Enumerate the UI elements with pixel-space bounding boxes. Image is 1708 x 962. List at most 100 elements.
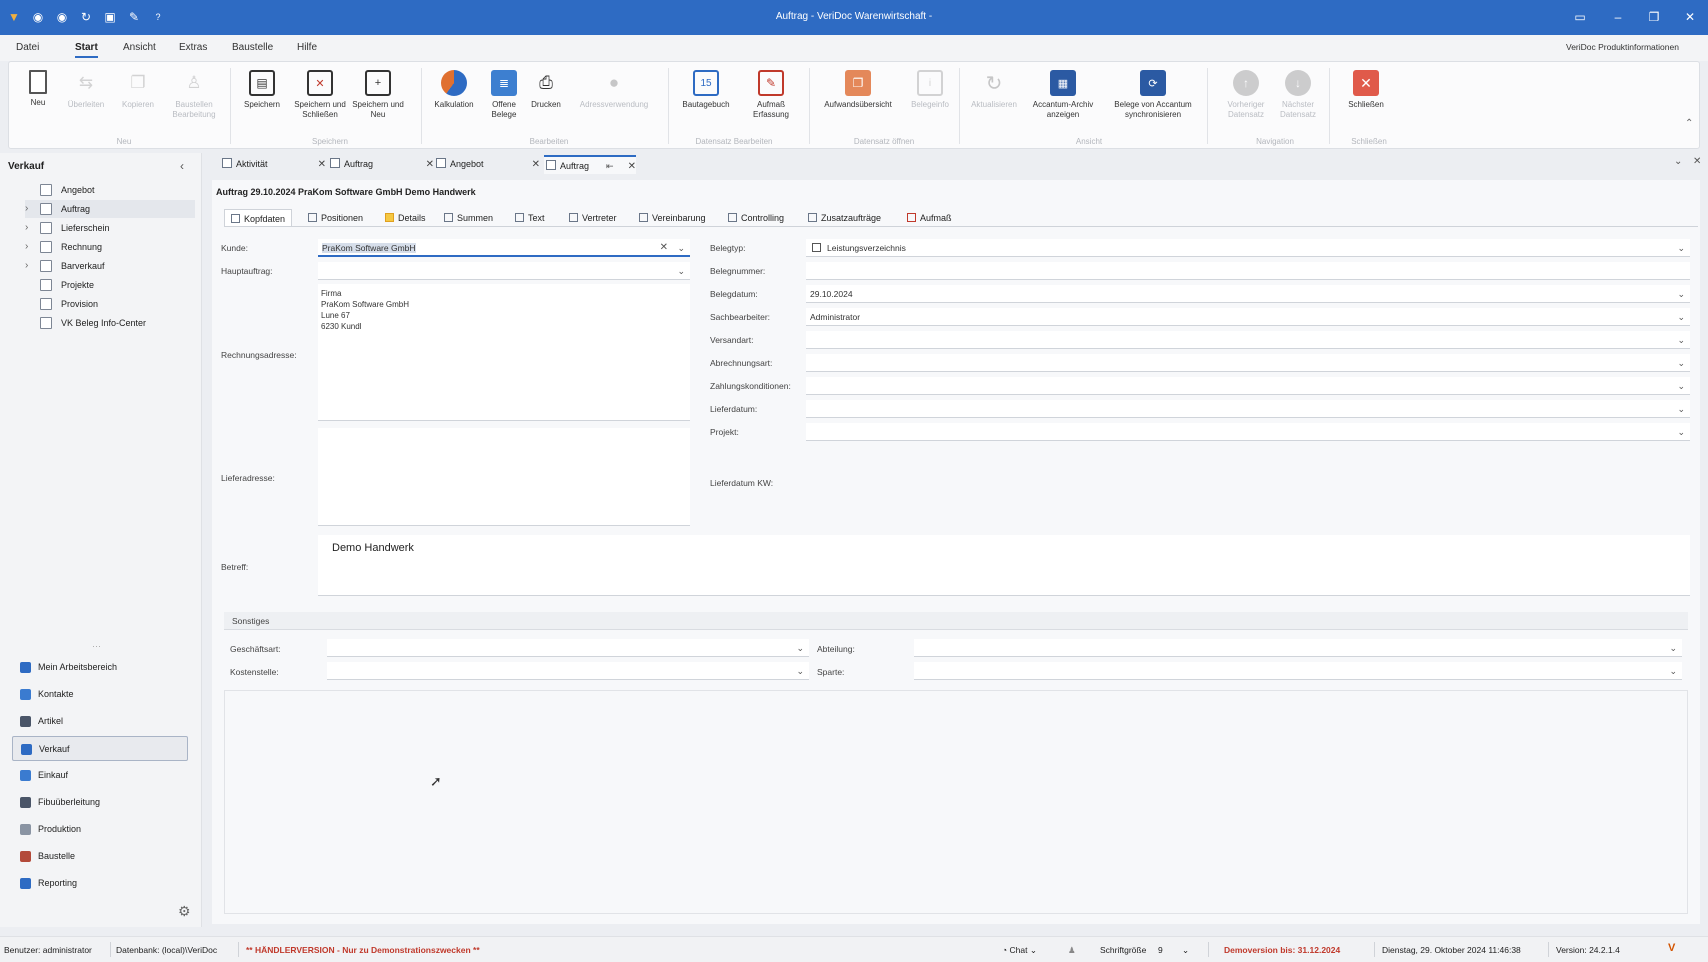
close-icon[interactable]: ✕ xyxy=(1678,9,1702,25)
module-artikel[interactable]: Artikel xyxy=(12,709,188,734)
chevron-down-icon[interactable]: ⌄ xyxy=(677,239,685,257)
module-baustelle[interactable]: Baustelle xyxy=(12,844,188,869)
tree-item-angebot[interactable]: Angebot xyxy=(25,181,195,199)
chevron-down-icon[interactable]: ⌄ xyxy=(1669,662,1677,680)
module-produktion[interactable]: Produktion xyxy=(12,817,188,842)
save-close-button[interactable]: ✕ Speichern und Schließen xyxy=(291,66,349,128)
module-mein-arbeitsbereich[interactable]: Mein Arbeitsbereich xyxy=(12,655,188,680)
chat-button[interactable]: ◔ Chat ⌄ xyxy=(1002,945,1037,956)
restore-icon[interactable]: ❐ xyxy=(1642,9,1666,25)
belegeinfo-button[interactable]: i Belegeinfo xyxy=(905,66,955,128)
kalkulation-button[interactable]: Kalkulation xyxy=(429,66,479,128)
subtab-vereinbarung[interactable]: Vereinbarung xyxy=(633,209,712,227)
chevron-right-icon[interactable]: › xyxy=(25,257,28,275)
subtab-text[interactable]: Text xyxy=(509,209,551,227)
subtab-aufmass[interactable]: Aufmaß xyxy=(901,209,958,227)
transfer-button[interactable]: ⇆ Überleiten xyxy=(61,66,111,128)
geschaeftsart-combobox[interactable]: ⌄ xyxy=(327,639,809,657)
splitter-handle[interactable]: ⋯ xyxy=(92,641,101,652)
zahlungskonditionen-combobox[interactable]: ⌄ xyxy=(806,377,1690,395)
print-button[interactable]: ⎙ Drucken xyxy=(521,66,571,128)
belegdatum-datepicker[interactable]: 29.10.2024 ⌄ xyxy=(806,285,1690,303)
chevron-down-icon[interactable]: ⌄ xyxy=(1677,285,1685,303)
kunde-combobox[interactable]: PraKom Software GmbH ✕ ⌄ xyxy=(318,239,690,257)
chevron-down-icon[interactable]: ⌄ xyxy=(677,262,685,280)
chevron-down-icon[interactable]: ⌄ xyxy=(796,639,804,657)
chevron-down-icon[interactable]: ⌄ xyxy=(1677,400,1685,418)
menu-baustelle[interactable]: Baustelle xyxy=(232,42,273,53)
subtab-positionen[interactable]: Positionen xyxy=(302,209,369,227)
betreff-field[interactable]: Demo Handwerk xyxy=(318,535,1690,596)
tree-item-vk-beleg-info-center[interactable]: VK Beleg Info-Center xyxy=(25,314,195,332)
save-button[interactable]: ▤ Speichern xyxy=(237,66,287,128)
module-verkauf[interactable]: Verkauf xyxy=(12,736,188,761)
menu-extras[interactable]: Extras xyxy=(179,42,207,53)
clear-icon[interactable]: ✕ xyxy=(660,239,668,257)
chevron-down-icon[interactable]: ⌄ xyxy=(1677,377,1685,395)
subtab-kopfdaten[interactable]: Kopfdaten xyxy=(224,209,293,227)
sachbearbeiter-combobox[interactable]: Administrator ⌄ xyxy=(806,308,1690,326)
tree-item-rechnung[interactable]: › Rechnung xyxy=(25,238,195,256)
projekt-combobox[interactable]: ⌄ xyxy=(806,423,1690,441)
notification-icon[interactable]: ♟ xyxy=(1068,945,1076,956)
baustellen-bearbeitung-button[interactable]: ♙ Baustellen Bearbeitung xyxy=(169,66,219,128)
module-reporting[interactable]: Reporting xyxy=(12,871,188,896)
menu-ansicht[interactable]: Ansicht xyxy=(123,42,156,53)
module-fibuueberleitung[interactable]: Fibuüberleitung xyxy=(12,790,188,815)
settings-gear-icon[interactable]: ⚙ xyxy=(178,903,191,920)
close-tab-icon[interactable]: ✕ xyxy=(426,155,434,174)
naechster-datensatz-button[interactable]: ↓ Nächster Datensatz xyxy=(1273,66,1323,128)
chevron-right-icon[interactable]: › xyxy=(25,219,28,237)
abteilung-combobox[interactable]: ⌄ xyxy=(914,639,1682,657)
aufwandsuebersicht-button[interactable]: ❐ Aufwandsübersicht xyxy=(815,66,901,128)
adressverwendung-button[interactable]: ● Adressverwendung xyxy=(569,66,659,128)
fontsize-select[interactable]: 9 ⌄ xyxy=(1158,945,1194,955)
accantum-sync-button[interactable]: ⟳ Belege von Accantum synchronisieren xyxy=(1105,66,1201,128)
collapse-ribbon-icon[interactable]: ⌃ xyxy=(1685,118,1693,129)
subtab-vertreter[interactable]: Vertreter xyxy=(563,209,623,227)
chevron-down-icon[interactable]: ⌄ xyxy=(1677,331,1685,349)
tree-item-projekte[interactable]: Projekte xyxy=(25,276,195,294)
aktualisieren-button[interactable]: ↻ Aktualisieren xyxy=(969,66,1019,128)
doc-tab-aktivitaet[interactable]: Aktivität ✕ xyxy=(222,155,326,174)
menu-start[interactable]: Start xyxy=(75,42,98,58)
vorheriger-datensatz-button[interactable]: ↑ Vorheriger Datensatz xyxy=(1221,66,1271,128)
close-document-button[interactable]: ✕ Schließen xyxy=(1341,66,1391,128)
abrechnungsart-combobox[interactable]: ⌄ xyxy=(806,354,1690,372)
tree-item-lieferschein[interactable]: › Lieferschein xyxy=(25,219,195,237)
close-all-tabs-icon[interactable]: ✕ xyxy=(1693,156,1701,167)
tree-item-provision[interactable]: Provision xyxy=(25,295,195,313)
close-tab-icon[interactable]: ✕ xyxy=(318,155,326,174)
chevron-down-icon[interactable]: ⌄ xyxy=(1677,354,1685,372)
module-kontakte[interactable]: Kontakte xyxy=(12,682,188,707)
save-new-button[interactable]: + Speichern und Neu xyxy=(351,66,405,128)
hauptauftrag-combobox[interactable]: ⌄ xyxy=(318,262,690,280)
rechnungsadresse-textarea[interactable]: Firma PraKom Software GmbH Lune 67 6230 … xyxy=(318,284,690,421)
chevron-down-icon[interactable]: ⌄ xyxy=(1677,308,1685,326)
chevron-right-icon[interactable]: › xyxy=(25,200,28,218)
collapse-nav-icon[interactable]: ‹ xyxy=(180,159,184,173)
sparte-combobox[interactable]: ⌄ xyxy=(914,662,1682,680)
menu-datei[interactable]: Datei xyxy=(16,42,39,53)
kostenstelle-combobox[interactable]: ⌄ xyxy=(327,662,809,680)
close-tab-icon[interactable]: ✕ xyxy=(532,155,540,174)
versandart-combobox[interactable]: ⌄ xyxy=(806,331,1690,349)
belegtyp-combobox[interactable]: Leistungsverzeichnis ⌄ xyxy=(806,239,1690,257)
chevron-down-icon[interactable]: ⌄ xyxy=(1677,239,1685,257)
bautagebuch-button[interactable]: 15 Bautagebuch xyxy=(673,66,739,128)
belegnummer-field[interactable] xyxy=(806,262,1690,280)
product-info-link[interactable]: VeriDoc Produktinformationen xyxy=(1566,42,1679,52)
module-einkauf[interactable]: Einkauf xyxy=(12,763,188,788)
aufmass-erfassung-button[interactable]: ✎ Aufmaß Erfassung xyxy=(743,66,799,128)
subtab-details[interactable]: Details xyxy=(379,209,432,227)
doc-tab-auftrag-active[interactable]: Auftrag ⇤ ✕ xyxy=(544,155,636,174)
subtab-zusatzauftraege[interactable]: Zusatzaufträge xyxy=(802,209,887,227)
doc-tab-angebot[interactable]: Angebot ✕ xyxy=(436,155,540,174)
copy-button[interactable]: ❐ Kopieren xyxy=(113,66,163,128)
close-tab-icon[interactable]: ✕ xyxy=(628,157,636,176)
pin-icon[interactable]: ⇤ xyxy=(606,157,614,176)
doc-tab-auftrag-1[interactable]: Auftrag ✕ xyxy=(330,155,434,174)
chevron-right-icon[interactable]: › xyxy=(25,238,28,256)
minimize-icon[interactable]: – xyxy=(1606,9,1630,25)
accantum-archiv-button[interactable]: ▦ Accantum-Archiv anzeigen xyxy=(1025,66,1101,128)
